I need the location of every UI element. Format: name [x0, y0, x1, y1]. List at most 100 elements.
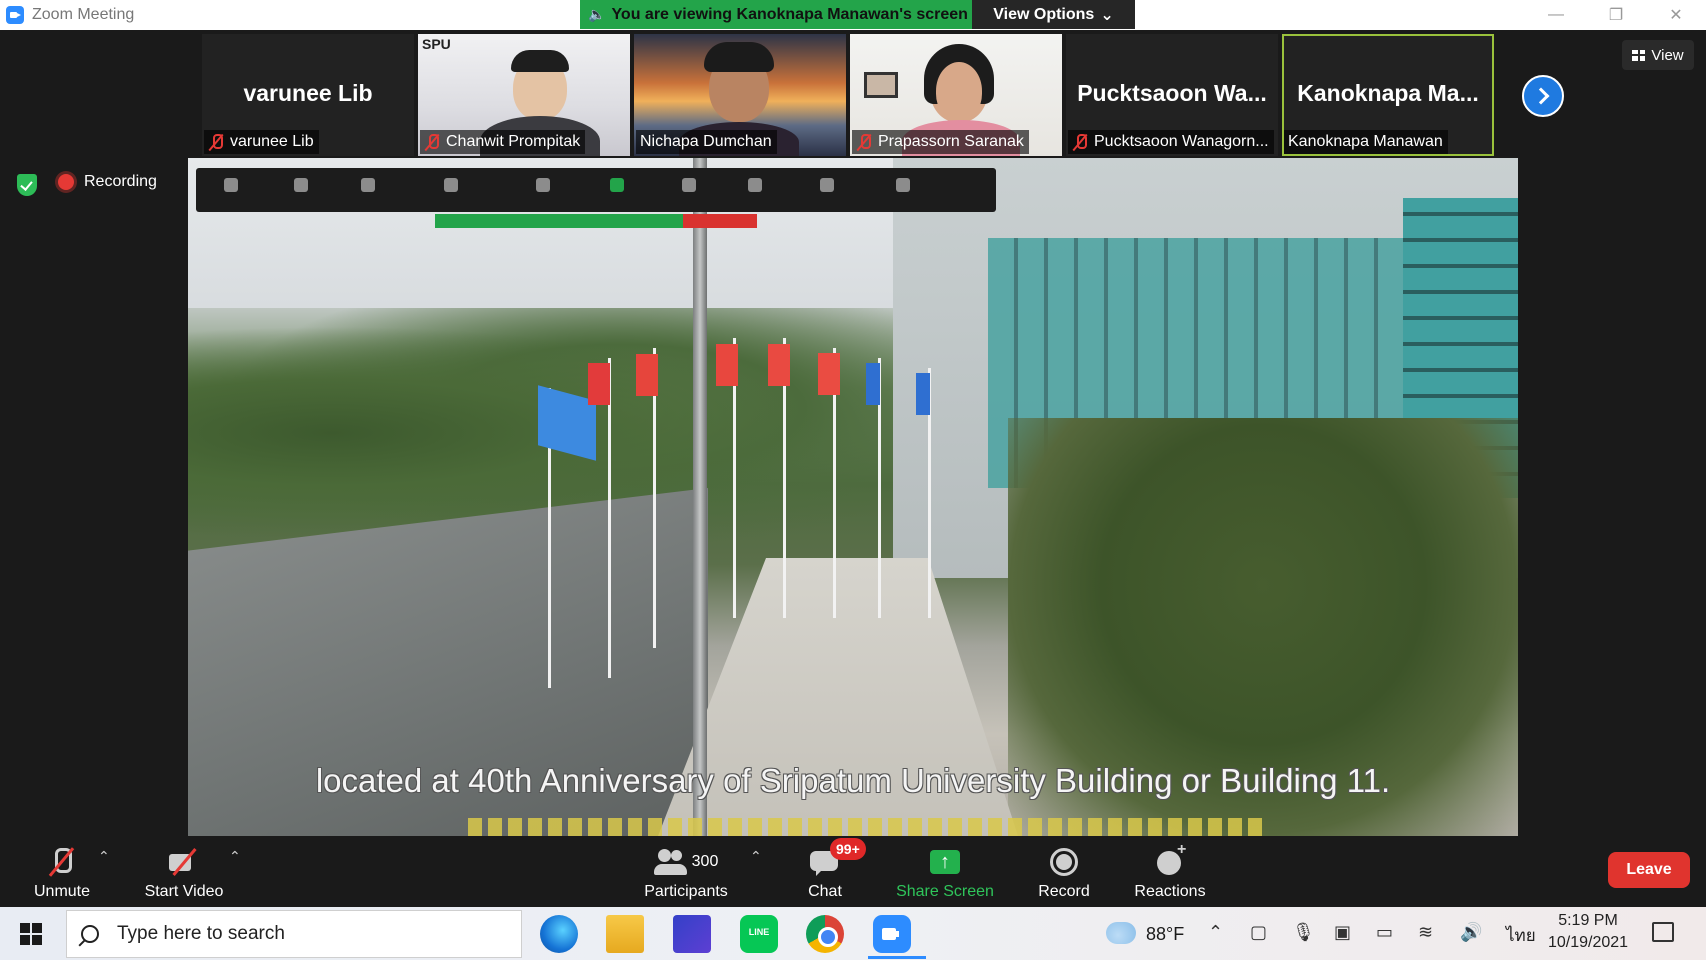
- vpn-app-icon[interactable]: [673, 915, 711, 953]
- reactions-icon: [1155, 841, 1186, 877]
- wall-picture: [864, 72, 898, 98]
- presenter-stop-share-preview: [683, 214, 757, 228]
- participant-name-display: varunee Lib: [243, 80, 373, 106]
- start-video-label: Start Video: [144, 883, 224, 900]
- weather-icon[interactable]: [1106, 922, 1136, 944]
- mic-muted-icon: [208, 133, 224, 151]
- next-page-button[interactable]: [1522, 75, 1564, 117]
- chevron-right-icon: [1532, 87, 1549, 105]
- window-title: Zoom Meeting: [32, 6, 135, 23]
- mic-muted-icon: [1072, 133, 1088, 151]
- minimize-button[interactable]: —: [1526, 0, 1586, 30]
- unmute-label: Unmute: [33, 883, 91, 900]
- red-flag: [588, 363, 610, 405]
- participant-label: Chanwit Prompitak: [420, 130, 586, 154]
- clock-time: 5:19 PM: [1558, 912, 1618, 929]
- participants-icon: [653, 847, 687, 877]
- participant-tile-active-speaker[interactable]: Kanoknapa Ma... Kanoknapa Manawan: [1282, 34, 1494, 156]
- screen-share-tray-icon[interactable]: ▣: [1334, 922, 1351, 943]
- restore-button[interactable]: ❐: [1586, 0, 1646, 30]
- audio-options-caret[interactable]: ⌃: [98, 848, 110, 865]
- chrome-app-icon[interactable]: [806, 915, 844, 953]
- notifications-icon[interactable]: [1652, 922, 1674, 942]
- title-bar: Zoom Meeting 🔈 You are viewing Kanoknapa…: [0, 0, 1706, 30]
- participants-button[interactable]: 300 Participants: [636, 836, 736, 907]
- video-options-caret[interactable]: ⌃: [229, 848, 241, 865]
- leave-button[interactable]: Leave: [1608, 852, 1690, 888]
- zoom-taskbar-icon[interactable]: [873, 915, 911, 953]
- view-options-label: View Options: [993, 5, 1095, 23]
- viewing-screen-notice: 🔈 You are viewing Kanoknapa Manawan's sc…: [580, 0, 972, 29]
- taskbar-search[interactable]: Type here to search: [66, 910, 522, 958]
- participants-count: 300: [691, 853, 719, 870]
- recording-indicator[interactable]: Recording: [58, 173, 157, 191]
- presenter-toolbar-preview: [196, 168, 996, 212]
- shared-screen[interactable]: located at 40th Anniversary of Sripatum …: [188, 158, 1518, 836]
- mic-off-icon: [47, 847, 77, 877]
- active-app-indicator: [868, 956, 926, 959]
- participant-label: varunee Lib: [204, 130, 319, 154]
- participant-name-display: Pucktsaoon Wa...: [1077, 80, 1267, 106]
- record-button[interactable]: Record: [1033, 836, 1095, 907]
- participant-tile[interactable]: varunee Lib varunee Lib: [202, 34, 414, 156]
- participant-tile[interactable]: Prapassorn Saranak: [850, 34, 1062, 156]
- participant-label: Pucktsaoon Wanagorn...: [1068, 130, 1274, 154]
- participant-name: Pucktsaoon Wanagorn...: [1094, 133, 1269, 150]
- flagpole: [608, 358, 611, 678]
- battery-icon[interactable]: ▭: [1376, 922, 1393, 943]
- participant-tile[interactable]: Pucktsaoon Wa... Pucktsaoon Wanagorn...: [1066, 34, 1278, 156]
- presenter-sharing-bar-preview: [435, 214, 683, 228]
- participants-label: Participants: [644, 883, 728, 900]
- participants-icon-row: 300: [653, 847, 719, 877]
- unmute-button[interactable]: Unmute: [26, 836, 98, 907]
- person-hair: [704, 42, 774, 72]
- participant-name: Chanwit Prompitak: [446, 133, 581, 150]
- chevron-down-icon: ⌄: [1100, 6, 1114, 24]
- blue-flag: [916, 373, 930, 415]
- participants-options-caret[interactable]: ⌃: [750, 848, 762, 865]
- start-video-button[interactable]: Start Video: [138, 836, 230, 907]
- file-explorer-icon[interactable]: [606, 915, 644, 953]
- meeting-tray-icon[interactable]: ▢: [1250, 922, 1267, 943]
- start-button[interactable]: [20, 923, 42, 945]
- search-icon: [81, 925, 99, 943]
- recording-dot-icon: [58, 174, 74, 190]
- volume-icon[interactable]: 🔊: [1460, 922, 1482, 943]
- person-face: [936, 62, 982, 120]
- weather-temperature[interactable]: 88°F: [1146, 924, 1184, 945]
- input-language[interactable]: ไทย: [1506, 922, 1536, 949]
- participant-name: varunee Lib: [230, 133, 314, 150]
- participant-name-display: Kanoknapa Ma...: [1297, 80, 1479, 106]
- video-subtitle-secondary: [468, 818, 1268, 836]
- spu-logo: SPU: [422, 36, 451, 52]
- windows-taskbar: Type here to search: [0, 907, 1706, 960]
- chat-unread-badge: 99+: [830, 838, 866, 860]
- microphone-icon[interactable]: 🎙: [1292, 922, 1315, 943]
- view-button[interactable]: View: [1622, 40, 1694, 70]
- line-app-icon[interactable]: [740, 915, 778, 953]
- participant-tile[interactable]: Nichapa Dumchan: [634, 34, 846, 156]
- view-button-label: View: [1651, 46, 1684, 64]
- view-options-button[interactable]: View Options ⌄: [972, 0, 1135, 29]
- share-screen-button[interactable]: Share Screen: [893, 836, 997, 907]
- wifi-icon[interactable]: ≋: [1418, 922, 1433, 943]
- mic-muted-icon: [424, 133, 440, 151]
- participant-label: Kanoknapa Manawan: [1284, 130, 1448, 154]
- chat-label: Chat: [808, 883, 842, 900]
- record-label: Record: [1038, 883, 1090, 900]
- chevron-up-icon[interactable]: ⌃: [1208, 922, 1223, 943]
- clock-date: 10/19/2021: [1547, 934, 1629, 951]
- reactions-label: Reactions: [1134, 883, 1206, 900]
- zoom-app-icon: [6, 6, 24, 24]
- participant-strip: varunee Lib varunee Lib SPU Chanwit Prom…: [202, 34, 1494, 156]
- red-flag: [716, 344, 738, 386]
- video-off-icon: [169, 847, 199, 877]
- search-placeholder: Type here to search: [117, 923, 285, 944]
- security-shield-icon[interactable]: [17, 174, 37, 196]
- reactions-button[interactable]: Reactions: [1132, 836, 1208, 907]
- record-icon: [1049, 847, 1079, 877]
- taskbar-clock[interactable]: 5:19 PM 10/19/2021: [1540, 910, 1636, 954]
- close-button[interactable]: ✕: [1646, 0, 1706, 30]
- edge-app-icon[interactable]: [540, 915, 578, 953]
- participant-tile[interactable]: SPU Chanwit Prompitak: [418, 34, 630, 156]
